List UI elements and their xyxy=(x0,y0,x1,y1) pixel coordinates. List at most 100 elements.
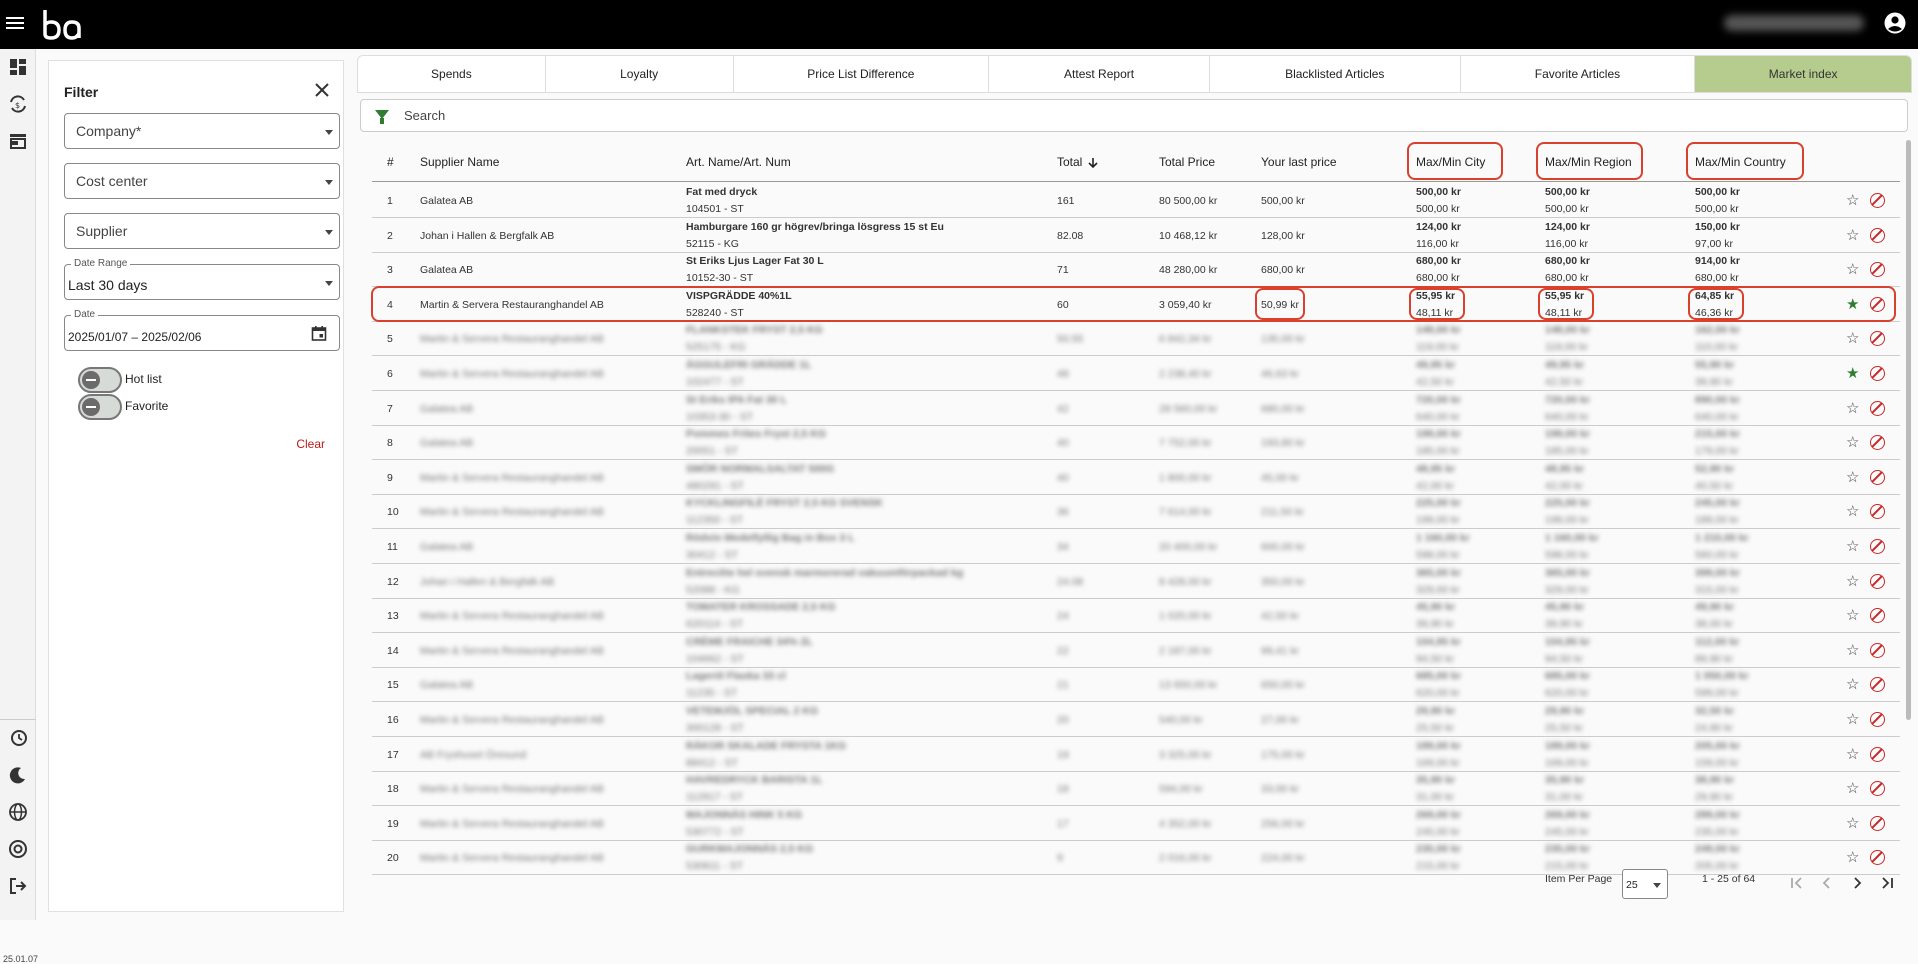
table-row[interactable]: 16 Martin & Servera Restauranghandel AB VE… xyxy=(372,702,1900,737)
blacklist-icon[interactable] xyxy=(1870,677,1885,693)
tab-blacklisted-articles[interactable]: Blacklisted Articles xyxy=(1210,56,1461,92)
col-last-price[interactable]: Your last price xyxy=(1261,155,1337,169)
favorite-star-icon[interactable]: ☆ xyxy=(1846,401,1859,416)
favorite-star-icon[interactable]: ☆ xyxy=(1846,712,1859,727)
favorite-star-icon[interactable]: ☆ xyxy=(1846,677,1859,692)
table-row[interactable]: 13 Martin & Servera Restauranghandel AB TO… xyxy=(372,598,1900,634)
next-page-icon[interactable] xyxy=(1850,876,1864,890)
cost-center-select[interactable]: Cost center xyxy=(64,163,340,199)
blacklist-icon[interactable] xyxy=(1870,608,1885,624)
last-page-icon[interactable] xyxy=(1880,876,1894,890)
date-input[interactable]: Date 2025/01/07 – 2025/02/06 xyxy=(64,309,340,351)
support-icon[interactable] xyxy=(8,839,28,859)
table-row[interactable]: 2 Johan i Hallen & Bergfalk AB Hamburgare … xyxy=(372,218,1900,253)
blacklist-icon[interactable] xyxy=(1870,850,1885,866)
favorite-star-icon[interactable]: ☆ xyxy=(1846,850,1859,865)
tab-loyalty[interactable]: Loyalty xyxy=(546,56,734,92)
blacklist-icon[interactable] xyxy=(1870,193,1885,208)
col-region[interactable]: Max/Min Region xyxy=(1545,155,1632,169)
col-country[interactable]: Max/Min Country xyxy=(1695,155,1786,169)
col-total[interactable]: Total xyxy=(1057,155,1082,169)
table-row[interactable]: 5 Martin & Servera Restauranghandel AB FLA… xyxy=(372,321,1900,357)
blacklist-icon[interactable] xyxy=(1870,539,1885,554)
col-article[interactable]: Art. Name/Art. Num xyxy=(686,155,791,169)
company-select[interactable]: Company* xyxy=(64,113,340,149)
blacklist-icon[interactable] xyxy=(1870,331,1885,347)
favorite-star-icon[interactable]: ☆ xyxy=(1846,608,1859,623)
blacklist-icon[interactable] xyxy=(1870,262,1885,278)
clear-button[interactable]: Clear xyxy=(296,437,325,451)
col-supplier[interactable]: Supplier Name xyxy=(420,155,499,169)
tab-price-list-difference[interactable]: Price List Difference xyxy=(734,56,990,92)
favorite-star-icon[interactable]: ★ xyxy=(1846,297,1859,312)
table-row[interactable]: 10 Martin & Servera Restauranghandel AB KY… xyxy=(372,494,1900,530)
table-row[interactable]: 19 Martin & Servera Restauranghandel AB MA… xyxy=(372,806,1900,841)
table-row[interactable]: 11 Galatea AB Rödvin Medelfyllig Bag in Bo… xyxy=(372,529,1900,564)
hot-list-toggle[interactable] xyxy=(78,367,122,393)
col-city[interactable]: Max/Min City xyxy=(1416,155,1485,169)
blacklist-icon[interactable] xyxy=(1870,642,1885,658)
blacklist-icon[interactable] xyxy=(1870,504,1885,520)
blacklist-icon[interactable] xyxy=(1870,400,1885,416)
date-range-select[interactable]: Date Range Last 30 days xyxy=(64,258,340,300)
favorite-star-icon[interactable]: ☆ xyxy=(1846,331,1859,346)
favorite-star-icon[interactable]: ☆ xyxy=(1846,539,1859,554)
table-row[interactable]: 7 Galatea AB St Eriks IPA Fat 30 L 10353-30… xyxy=(372,391,1900,426)
logout-icon[interactable] xyxy=(8,876,28,896)
items-per-page-select[interactable]: 25 xyxy=(1622,869,1668,899)
dark-mode-icon[interactable] xyxy=(8,765,28,785)
table-row[interactable]: 9 Martin & Servera Restauranghandel AB SMÖ… xyxy=(372,460,1900,495)
tab-market-index[interactable]: Market index xyxy=(1695,56,1911,92)
table-row[interactable]: 12 Johan i Hallen & Bergfalk AB Entrecôte … xyxy=(372,564,1900,599)
blacklist-icon[interactable] xyxy=(1870,366,1885,381)
favorite-star-icon[interactable]: ☆ xyxy=(1846,781,1859,796)
table-row[interactable]: 6 Martin & Servera Restauranghandel AB ÄGG… xyxy=(372,356,1900,391)
sort-arrow-down-icon[interactable] xyxy=(1088,157,1098,169)
table-row[interactable]: 15 Galatea AB Lageröl Flaska 33 cl 11235 - … xyxy=(372,667,1900,703)
blacklist-icon[interactable] xyxy=(1870,815,1885,831)
currency-exchange-icon[interactable]: $ xyxy=(8,94,28,114)
col-total-price[interactable]: Total Price xyxy=(1159,155,1215,169)
table-row[interactable]: 1 Galatea AB Fat med dryck 104501 - ST 161 80… xyxy=(372,183,1900,218)
menu-icon[interactable] xyxy=(6,14,24,30)
dashboard-icon[interactable] xyxy=(8,57,28,77)
table-row[interactable]: 8 Galatea AB Pommes Frites Fryst 2,5 KG 200… xyxy=(372,425,1900,461)
tab-favorite-articles[interactable]: Favorite Articles xyxy=(1461,56,1696,92)
blacklist-icon[interactable] xyxy=(1870,227,1885,243)
table-row[interactable]: 4 Martin & Servera Restauranghandel AB VIS… xyxy=(372,287,1900,322)
blacklist-icon[interactable] xyxy=(1870,435,1885,451)
favorite-star-icon[interactable]: ☆ xyxy=(1846,643,1859,658)
table-row[interactable]: 18 Martin & Servera Restauranghandel AB HA… xyxy=(372,771,1900,807)
calendar-icon[interactable] xyxy=(311,325,327,341)
blacklist-icon[interactable] xyxy=(1870,746,1885,762)
favorite-star-icon[interactable]: ☆ xyxy=(1846,747,1859,762)
tab-spends[interactable]: Spends xyxy=(358,56,546,92)
close-icon[interactable] xyxy=(315,83,329,97)
supplier-select[interactable]: Supplier xyxy=(64,213,340,249)
favorite-star-icon[interactable]: ☆ xyxy=(1846,262,1859,277)
favorite-star-icon[interactable]: ☆ xyxy=(1846,504,1859,519)
search-input[interactable]: Search xyxy=(404,108,445,123)
blacklist-icon[interactable] xyxy=(1870,296,1885,312)
blacklist-icon[interactable] xyxy=(1870,781,1885,797)
favorite-star-icon[interactable]: ☆ xyxy=(1846,816,1859,831)
language-globe-icon[interactable] xyxy=(8,802,28,822)
favorite-star-icon[interactable]: ☆ xyxy=(1846,228,1859,243)
favorite-star-icon[interactable]: ☆ xyxy=(1846,193,1859,208)
filter-funnel-icon[interactable] xyxy=(375,110,389,124)
history-icon[interactable] xyxy=(8,728,28,748)
table-row[interactable]: 3 Galatea AB St Eriks Ljus Lager Fat 30 L 1… xyxy=(372,252,1900,288)
table-row[interactable]: 14 Martin & Servera Restauranghandel AB CR… xyxy=(372,633,1900,668)
store-icon[interactable] xyxy=(8,131,28,151)
prev-page-icon[interactable] xyxy=(1820,876,1834,890)
favorite-star-icon[interactable]: ☆ xyxy=(1846,470,1859,485)
table-row[interactable]: 17 AB Fryshuset Öresund RÄKOR SKALADE FRYS… xyxy=(372,737,1900,772)
favorite-star-icon[interactable]: ☆ xyxy=(1846,435,1859,450)
blacklist-icon[interactable] xyxy=(1870,712,1885,727)
first-page-icon[interactable] xyxy=(1790,876,1804,890)
tab-attest-report[interactable]: Attest Report xyxy=(989,56,1210,92)
blacklist-icon[interactable] xyxy=(1870,469,1885,485)
vertical-scrollbar[interactable] xyxy=(1906,140,1911,720)
favorite-star-icon[interactable]: ☆ xyxy=(1846,574,1859,589)
favorite-toggle[interactable] xyxy=(78,394,122,420)
